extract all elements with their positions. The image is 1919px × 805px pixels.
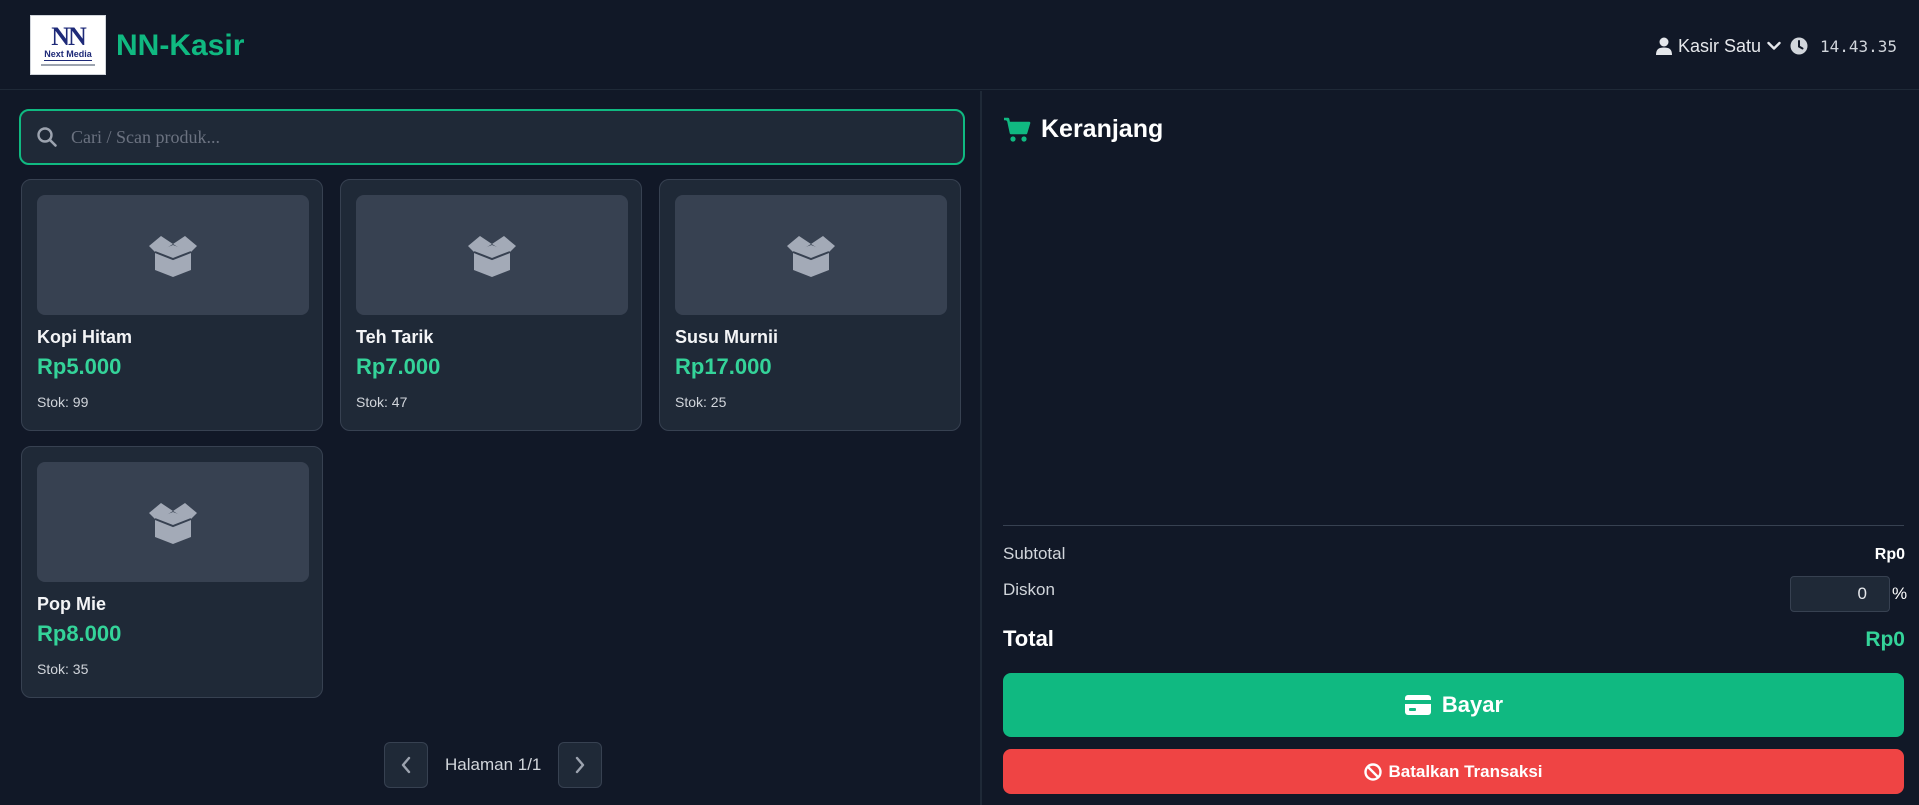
page-indicator: Halaman 1/1 — [445, 755, 542, 774]
box-open-icon — [149, 236, 197, 277]
box-open-icon — [468, 236, 516, 277]
product-panel: Kopi Hitam Rp5.000 Stok: 99 Teh Tarik Rp… — [0, 91, 982, 805]
box-open-icon — [149, 503, 197, 544]
product-stock: Stok: 35 — [37, 661, 89, 677]
search-input[interactable] — [71, 119, 951, 155]
app-header: NN Next Media NN-Kasir Kasir Satu 14.43.… — [0, 0, 1919, 90]
cancel-transaction-button[interactable]: Batalkan Transaksi — [1003, 749, 1904, 794]
product-image — [37, 195, 309, 315]
app-logo: NN Next Media — [30, 15, 106, 75]
user-name: Kasir Satu — [1678, 35, 1762, 56]
subtotal-value: Rp0 — [1874, 546, 1905, 563]
pagination: Halaman 1/1 — [384, 742, 603, 788]
product-stock: Stok: 99 — [37, 394, 89, 410]
app-title: NN-Kasir — [116, 29, 245, 62]
subtotal-label: Subtotal — [1003, 544, 1066, 563]
product-image — [356, 195, 628, 315]
user-icon — [1656, 37, 1672, 55]
prev-page-button[interactable] — [384, 742, 428, 788]
cart-title: Keranjang — [1041, 115, 1164, 143]
pay-label: Bayar — [1441, 692, 1504, 717]
product-card-teh-tarik[interactable]: Teh Tarik Rp7.000 Stok: 47 — [340, 179, 642, 431]
discount-label: Diskon — [1003, 580, 1055, 599]
logo-mark: NN — [51, 21, 87, 51]
product-card-susu-murnii[interactable]: Susu Murnii Rp17.000 Stok: 25 — [659, 179, 961, 431]
search-box[interactable] — [19, 109, 965, 165]
product-name: Teh Tarik — [356, 327, 434, 347]
total-label: Total — [1003, 626, 1054, 651]
logo-tagline-bar — [41, 63, 95, 66]
chevron-down-icon — [1767, 41, 1781, 50]
product-name: Kopi Hitam — [37, 327, 133, 347]
search-icon — [37, 127, 57, 147]
box-open-icon — [787, 236, 835, 277]
chevron-right-icon — [576, 756, 585, 774]
product-image — [675, 195, 947, 315]
clock-time: 14.43.35 — [1820, 36, 1898, 56]
product-name: Pop Mie — [37, 594, 107, 614]
cart-divider — [1003, 525, 1904, 526]
credit-card-icon — [1404, 695, 1431, 715]
product-card-pop-mie[interactable]: Pop Mie Rp8.000 Stok: 35 — [21, 446, 323, 698]
product-price: Rp8.000 — [37, 621, 122, 646]
product-price: Rp5.000 — [37, 354, 122, 379]
clock: 14.43.35 — [1790, 33, 1897, 59]
discount-input[interactable] — [1790, 576, 1890, 612]
ban-icon — [1364, 762, 1383, 781]
product-stock: Stok: 47 — [356, 394, 408, 410]
product-name: Susu Murnii — [675, 327, 778, 347]
shopping-cart-icon — [1004, 117, 1031, 142]
product-price: Rp17.000 — [675, 354, 772, 379]
discount-unit: % — [1892, 584, 1908, 603]
cart-header: Keranjang — [1003, 115, 1163, 144]
chevron-left-icon — [401, 756, 411, 774]
cart-panel: Keranjang Subtotal Rp0 Diskon % Total Rp… — [984, 91, 1919, 805]
user-menu[interactable]: Kasir Satu — [1656, 33, 1781, 59]
product-price: Rp7.000 — [356, 354, 441, 379]
total-value: Rp0 — [1865, 628, 1905, 651]
product-card-kopi-hitam[interactable]: Kopi Hitam Rp5.000 Stok: 99 — [21, 179, 323, 431]
product-stock: Stok: 25 — [675, 394, 727, 410]
product-image — [37, 462, 309, 582]
cancel-label: Batalkan Transaksi — [1388, 761, 1543, 781]
logo-text: Next Media — [44, 48, 92, 61]
pay-button[interactable]: Bayar — [1003, 673, 1904, 737]
next-page-button[interactable] — [558, 742, 603, 788]
clock-icon — [1790, 37, 1808, 55]
